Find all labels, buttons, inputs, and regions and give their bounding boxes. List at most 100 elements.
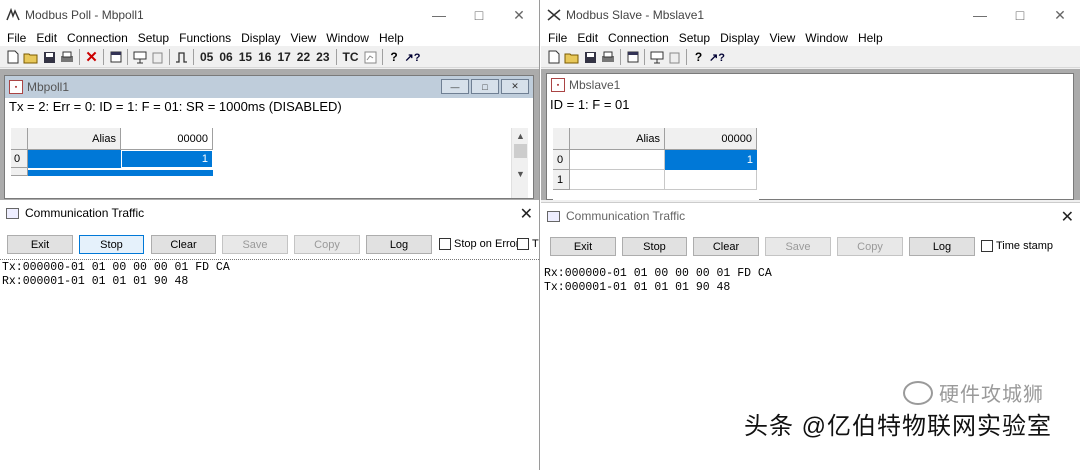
function-17-button[interactable]: 17 xyxy=(274,48,293,66)
clear-button[interactable]: Clear xyxy=(693,237,759,256)
checkbox-box[interactable] xyxy=(981,240,993,252)
row-index[interactable]: 0 xyxy=(11,150,28,168)
poll-register-grid: Alias 00000 0 1 xyxy=(11,128,511,198)
menu-edit[interactable]: Edit xyxy=(572,31,603,45)
read-write-definition-icon[interactable] xyxy=(131,48,149,66)
function-16-button[interactable]: 16 xyxy=(255,48,274,66)
slave-titlebar[interactable]: Modbus Slave - Mbslave1 — □ ✕ xyxy=(541,0,1080,30)
exit-button[interactable]: Exit xyxy=(550,237,616,256)
save-icon[interactable] xyxy=(41,48,58,66)
save-button[interactable]: Save xyxy=(765,237,831,256)
traffic-close-icon[interactable]: ✕ xyxy=(1061,207,1074,227)
context-help-icon[interactable]: ↗? xyxy=(707,48,727,66)
help-icon[interactable]: ? xyxy=(690,48,707,66)
traffic-close-icon[interactable]: ✕ xyxy=(520,204,533,224)
pulse-icon[interactable] xyxy=(173,48,190,66)
child-maximize-button[interactable]: □ xyxy=(471,79,499,94)
menu-display[interactable]: Display xyxy=(236,31,285,45)
function-22-button[interactable]: 22 xyxy=(294,48,313,66)
menu-help[interactable]: Help xyxy=(374,31,409,45)
row-index[interactable]: 0 xyxy=(553,150,570,170)
scroll-up-icon[interactable]: ▲ xyxy=(512,128,529,143)
child-close-button[interactable]: ✕ xyxy=(501,79,529,94)
close-button[interactable]: ✕ xyxy=(499,0,539,30)
printer-setup-icon[interactable] xyxy=(666,48,683,66)
poll-grid-scrollbar[interactable]: ▲ ▼ xyxy=(511,128,528,198)
function-05-button[interactable]: 05 xyxy=(197,48,216,66)
context-help-icon[interactable]: ↗? xyxy=(403,48,423,66)
window-icon[interactable] xyxy=(107,48,124,66)
menu-edit[interactable]: Edit xyxy=(31,31,62,45)
child-minimize-button[interactable]: — xyxy=(441,79,469,94)
time-stamp-checkbox[interactable]: Ti xyxy=(517,238,539,250)
value-cell[interactable] xyxy=(665,170,757,190)
poll-titlebar[interactable]: Modbus Poll - Mbpoll1 — □ ✕ xyxy=(0,0,539,30)
slave-mdi-area: ▪ Mbslave1 ID = 1: F = 01 Alias 00000 0 … xyxy=(541,69,1080,200)
checkbox-box[interactable] xyxy=(517,238,529,250)
function-15-button[interactable]: 15 xyxy=(236,48,255,66)
open-folder-icon[interactable] xyxy=(21,48,41,66)
function-23-button[interactable]: 23 xyxy=(313,48,332,66)
close-button[interactable]: ✕ xyxy=(1040,0,1080,30)
menu-connection[interactable]: Connection xyxy=(603,31,674,45)
mbslave1-titlebar[interactable]: ▪ Mbslave1 xyxy=(547,74,1073,96)
copy-button[interactable]: Copy xyxy=(837,237,903,256)
help-icon[interactable]: ? xyxy=(386,48,403,66)
alias-cell[interactable] xyxy=(570,170,665,190)
new-file-icon[interactable] xyxy=(545,48,562,66)
print-icon[interactable] xyxy=(599,48,617,66)
log-button[interactable]: Log xyxy=(366,235,432,254)
log-button[interactable]: Log xyxy=(909,237,975,256)
minimize-button[interactable]: — xyxy=(419,0,459,30)
save-icon[interactable] xyxy=(582,48,599,66)
new-file-icon[interactable] xyxy=(4,48,21,66)
checkbox-box[interactable] xyxy=(439,238,451,250)
printer-setup-icon[interactable] xyxy=(149,48,166,66)
menu-connection[interactable]: Connection xyxy=(62,31,133,45)
menu-view[interactable]: View xyxy=(764,31,800,45)
stop-on-error-checkbox[interactable]: Stop on Error xyxy=(439,238,519,250)
scroll-down-icon[interactable]: ▼ xyxy=(512,166,529,181)
address-header[interactable]: 00000 xyxy=(121,128,213,150)
print-icon[interactable] xyxy=(58,48,76,66)
scroll-thumb[interactable] xyxy=(514,144,527,158)
address-header[interactable]: 00000 xyxy=(665,128,757,150)
alias-cell[interactable] xyxy=(570,150,665,170)
clear-button[interactable]: Clear xyxy=(151,235,216,254)
time-stamp-checkbox[interactable]: Time stamp xyxy=(981,240,1053,252)
minimize-button[interactable]: — xyxy=(960,0,1000,30)
slave-menubar: File Edit Connection Setup Display View … xyxy=(541,30,1080,46)
open-folder-icon[interactable] xyxy=(562,48,582,66)
menu-setup[interactable]: Setup xyxy=(133,31,174,45)
value-cell[interactable]: 1 xyxy=(121,150,213,168)
alias-cell[interactable] xyxy=(28,150,121,168)
mbpoll1-titlebar[interactable]: ▪ Mbpoll1 — □ ✕ xyxy=(5,76,533,98)
menu-view[interactable]: View xyxy=(286,31,322,45)
traffic-line: Rx:000001-01 01 01 01 90 48 xyxy=(2,275,189,288)
menu-setup[interactable]: Setup xyxy=(674,31,715,45)
chart-icon[interactable] xyxy=(362,48,379,66)
test-center-button[interactable]: TC xyxy=(340,48,362,66)
menu-help[interactable]: Help xyxy=(853,31,888,45)
stop-button[interactable]: Stop xyxy=(79,235,144,254)
menu-file[interactable]: File xyxy=(543,31,572,45)
menu-window[interactable]: Window xyxy=(321,31,374,45)
maximize-button[interactable]: □ xyxy=(459,0,499,30)
slave-traffic-titlebar[interactable]: Communication Traffic ✕ xyxy=(541,203,1080,229)
value-cell[interactable]: 1 xyxy=(665,150,757,170)
disconnect-icon[interactable]: ✕ xyxy=(83,48,100,66)
menu-window[interactable]: Window xyxy=(800,31,853,45)
menu-display[interactable]: Display xyxy=(715,31,764,45)
read-write-definition-icon[interactable] xyxy=(648,48,666,66)
window-icon[interactable] xyxy=(624,48,641,66)
save-button[interactable]: Save xyxy=(222,235,288,254)
row-index[interactable]: 1 xyxy=(553,170,570,190)
copy-button[interactable]: Copy xyxy=(294,235,360,254)
maximize-button[interactable]: □ xyxy=(1000,0,1040,30)
poll-traffic-titlebar[interactable]: Communication Traffic ✕ xyxy=(0,200,539,226)
menu-file[interactable]: File xyxy=(2,31,31,45)
exit-button[interactable]: Exit xyxy=(7,235,73,254)
menu-functions[interactable]: Functions xyxy=(174,31,236,45)
function-06-button[interactable]: 06 xyxy=(216,48,235,66)
stop-button[interactable]: Stop xyxy=(622,237,687,256)
